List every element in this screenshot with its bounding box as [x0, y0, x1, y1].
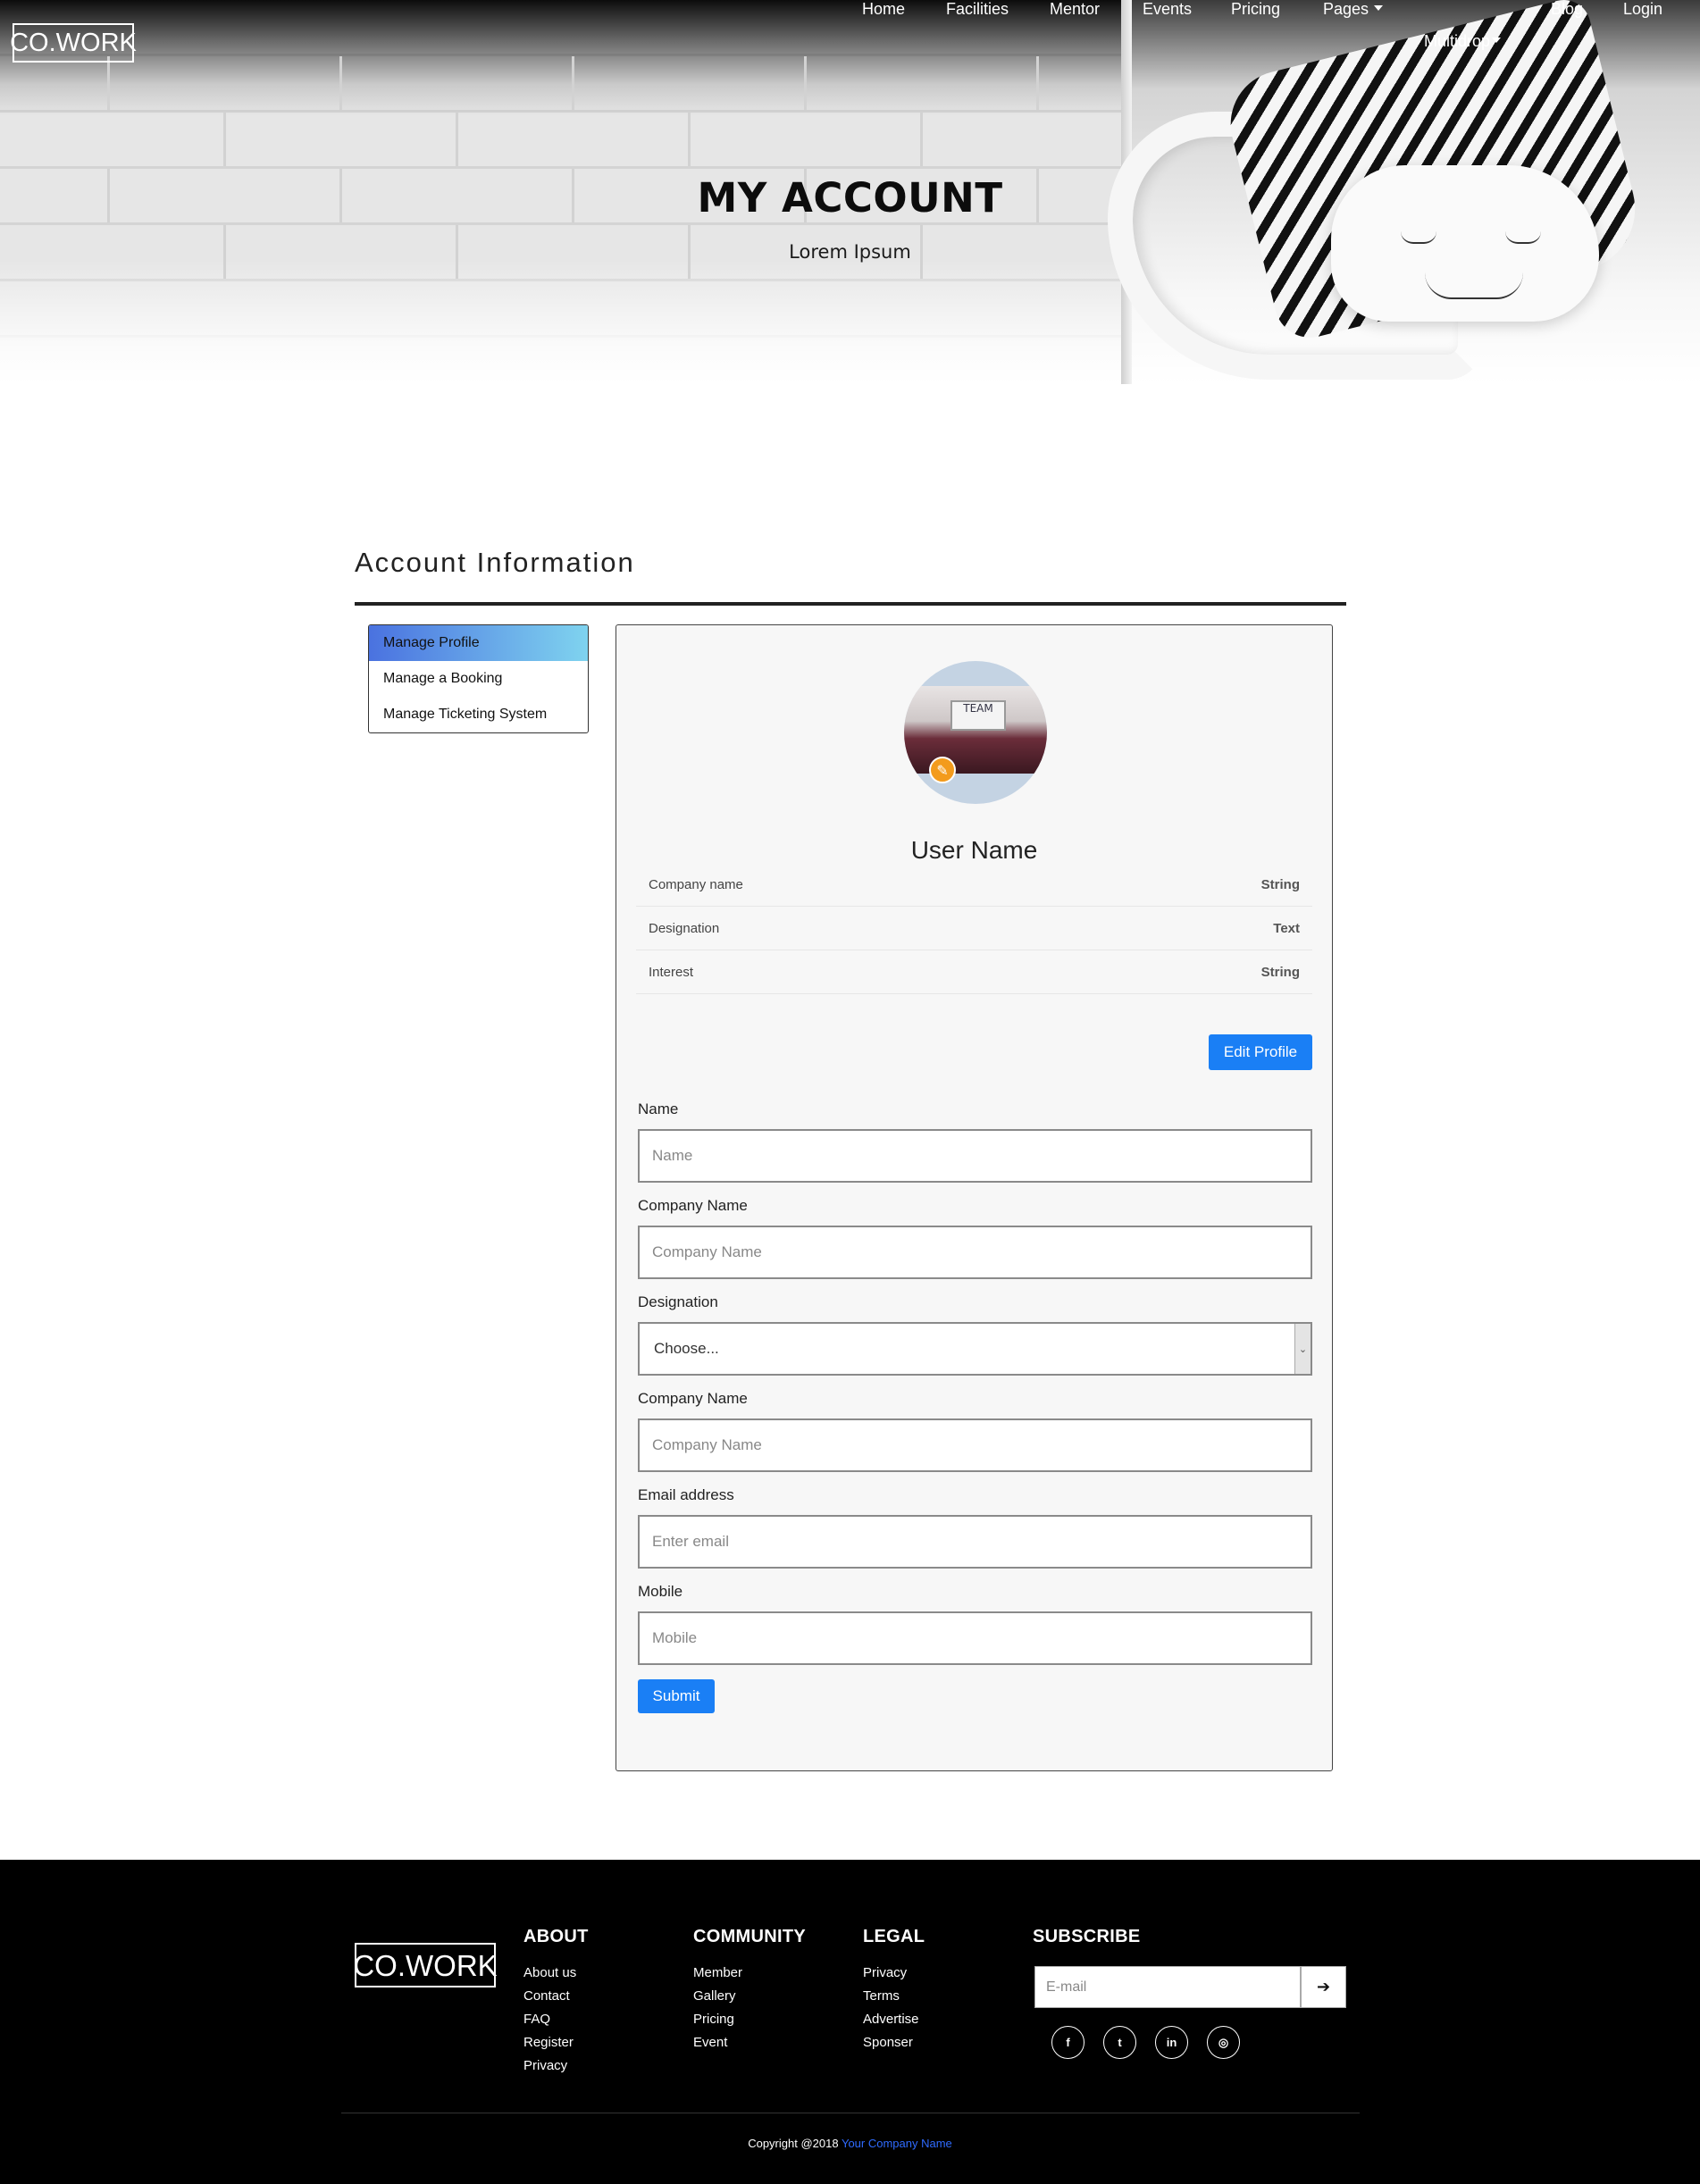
mobile-label: Mobile — [638, 1583, 683, 1600]
nav-facilities[interactable]: Facilities — [946, 0, 1009, 19]
footer-community-heading: COMMUNITY — [693, 1927, 807, 1946]
footer-link-event[interactable]: Event — [693, 2031, 806, 2054]
footer-legal-heading: LEGAL — [863, 1927, 925, 1946]
mobile-input[interactable] — [638, 1611, 1312, 1665]
profile-card: TEAM ✎ User Name Company name String Des… — [616, 624, 1333, 1771]
footer-subscribe-column: SUBSCRIBE — [1033, 1927, 1141, 1962]
chevron-down-icon — [1492, 38, 1502, 44]
submit-button[interactable]: Submit — [638, 1679, 715, 1713]
designation-select[interactable]: Choose... ⌄ — [638, 1322, 1312, 1376]
twitter-icon[interactable]: t — [1103, 2026, 1136, 2059]
linkedin-icon[interactable]: in — [1155, 2026, 1188, 2059]
footer-about-heading: ABOUT — [523, 1927, 589, 1946]
footer-legal-column: LEGAL Privacy Terms Advertise Sponser — [863, 1927, 925, 2054]
company-link[interactable]: Your Company Name — [842, 2137, 952, 2150]
brick-joint — [456, 113, 458, 166]
detail-value: Text — [1273, 920, 1300, 936]
footer-community-column: COMMUNITY Member Gallery Pricing Event — [693, 1927, 806, 2054]
nav-login[interactable]: Login — [1623, 0, 1662, 19]
company-name-label-2: Company Name — [638, 1390, 748, 1407]
nav-multidrop-dropdown[interactable]: Multidrop — [1424, 32, 1502, 51]
avatar-board-text: TEAM — [950, 700, 1006, 731]
brand-logo[interactable]: CO.WORK — [10, 23, 137, 63]
side-menu-manage-profile[interactable]: Manage Profile — [369, 625, 588, 661]
detail-label: Company name — [649, 876, 743, 892]
footer-about-column: ABOUT About us Contact FAQ Register Priv… — [523, 1927, 589, 2078]
section-title: Account Information — [355, 547, 635, 578]
brick-joint — [1036, 56, 1039, 110]
email-input[interactable] — [638, 1515, 1312, 1569]
nav-pages-dropdown[interactable]: Pages — [1323, 0, 1384, 19]
brick-joint — [339, 56, 342, 110]
hero-banner: MY ACCOUNT Lorem Ipsum — [0, 0, 1700, 384]
nav-pages-label: Pages — [1323, 0, 1369, 18]
footer: CO.WORK ABOUT About us Contact FAQ Regis… — [0, 1860, 1700, 2184]
instagram-icon[interactable]: ◎ — [1207, 2026, 1240, 2059]
brick-joint — [107, 56, 110, 110]
company-name-input[interactable] — [638, 1226, 1312, 1279]
nav-pricing[interactable]: Pricing — [1231, 0, 1280, 19]
section-divider — [355, 602, 1346, 606]
profile-detail-row: Company name String — [636, 863, 1312, 907]
footer-logo[interactable]: CO.WORK — [353, 1943, 498, 1987]
footer-link-faq[interactable]: FAQ — [523, 2008, 589, 2031]
footer-link-pricing[interactable]: Pricing — [693, 2008, 806, 2031]
footer-link-contact[interactable]: Contact — [523, 1985, 589, 2008]
page-subtitle: Lorem Ipsum — [789, 241, 911, 263]
avatar-photo: TEAM — [904, 686, 1047, 774]
nav-events[interactable]: Events — [1143, 0, 1192, 19]
email-label: Email address — [638, 1486, 734, 1503]
detail-value: String — [1260, 876, 1300, 892]
copyright: Copyright @2018 Your Company Name — [0, 2137, 1700, 2150]
chevron-down-icon — [1374, 5, 1384, 12]
side-menu-manage-booking[interactable]: Manage a Booking — [369, 661, 588, 697]
avatar: TEAM — [904, 661, 1047, 804]
user-name: User Name — [910, 836, 1038, 864]
nav-mentor[interactable]: Mentor — [1050, 0, 1100, 19]
detail-label: Interest — [649, 964, 694, 980]
cloud-smile — [1425, 272, 1523, 299]
brick-joint — [223, 113, 226, 166]
footer-link-gallery[interactable]: Gallery — [693, 1985, 806, 2008]
nav-home[interactable]: Home — [862, 0, 905, 19]
edit-profile-button[interactable]: Edit Profile — [1209, 1034, 1312, 1070]
brick-joint — [920, 113, 923, 166]
detail-label: Designation — [649, 920, 720, 936]
footer-link-about-us[interactable]: About us — [523, 1962, 589, 1985]
account-side-menu: Manage Profile Manage a Booking Manage T… — [368, 624, 589, 733]
designation-selected-value: Choose... — [654, 1340, 719, 1357]
detail-value: String — [1260, 964, 1300, 980]
subscribe-email-input[interactable] — [1034, 1966, 1301, 2008]
footer-link-privacy-legal[interactable]: Privacy — [863, 1962, 925, 1985]
designation-label: Designation — [638, 1293, 718, 1310]
profile-detail-row: Interest String — [636, 950, 1312, 994]
page-title: MY ACCOUNT — [697, 174, 1003, 222]
brick-joint — [804, 56, 807, 110]
footer-link-terms[interactable]: Terms — [863, 1985, 925, 2008]
copyright-text: Copyright @2018 — [748, 2137, 839, 2150]
nav-blog[interactable]: Blog — [1551, 0, 1583, 19]
nav-multidrop-label: Multidrop — [1424, 32, 1491, 50]
footer-link-sponser[interactable]: Sponser — [863, 2031, 925, 2054]
side-menu-manage-ticketing[interactable]: Manage Ticketing System — [369, 697, 588, 732]
footer-link-member[interactable]: Member — [693, 1962, 806, 1985]
facebook-icon[interactable]: f — [1051, 2026, 1084, 2059]
arrow-right-icon[interactable]: ➔ — [1301, 1966, 1346, 2008]
chevron-down-icon: ⌄ — [1294, 1324, 1311, 1374]
pencil-icon[interactable]: ✎ — [929, 757, 956, 783]
name-label: Name — [638, 1100, 679, 1117]
profile-detail-row: Designation Text — [636, 907, 1312, 950]
company-name-input-2[interactable] — [638, 1418, 1312, 1472]
footer-link-register[interactable]: Register — [523, 2031, 589, 2054]
footer-link-advertise[interactable]: Advertise — [863, 2008, 925, 2031]
name-input[interactable] — [638, 1129, 1312, 1183]
company-name-label: Company Name — [638, 1197, 748, 1214]
brick-joint — [572, 56, 574, 110]
footer-link-privacy[interactable]: Privacy — [523, 2054, 589, 2078]
footer-subscribe-heading: SUBSCRIBE — [1033, 1927, 1141, 1946]
brick-joint — [688, 113, 691, 166]
